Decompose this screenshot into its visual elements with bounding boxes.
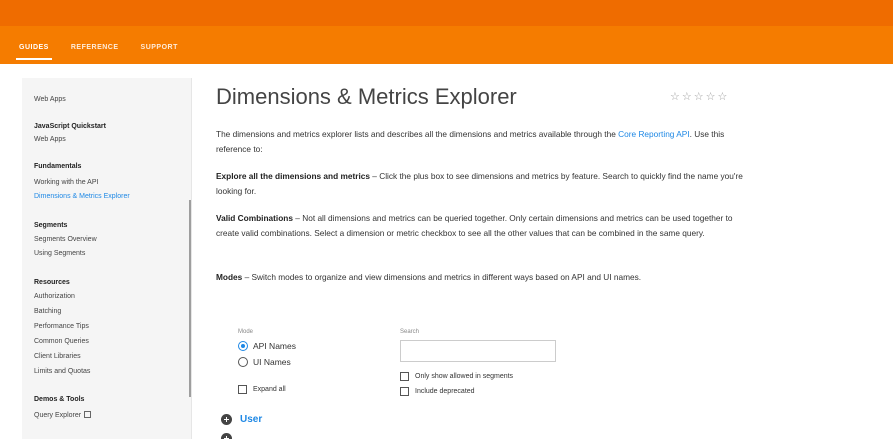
group-next-partial[interactable] bbox=[221, 433, 240, 439]
tab-guides[interactable]: GUIDES bbox=[8, 30, 60, 64]
star-icon[interactable]: ☆ bbox=[694, 92, 704, 103]
sidebar-heading-segments: Segments bbox=[34, 222, 68, 229]
modes-paragraph: Modes – Switch modes to organize and vie… bbox=[216, 270, 746, 285]
checkbox-icon bbox=[400, 387, 409, 396]
sidebar-item-dimensions-explorer[interactable]: Dimensions & Metrics Explorer bbox=[34, 193, 130, 200]
valid-combinations-heading: Valid Combinations bbox=[216, 213, 293, 223]
radio-checked-icon bbox=[238, 341, 248, 351]
checkbox-label: Expand all bbox=[253, 386, 286, 393]
sidebar-heading-resources: Resources bbox=[34, 279, 70, 286]
modes-heading: Modes bbox=[216, 272, 243, 282]
search-input[interactable] bbox=[400, 340, 556, 362]
external-link-icon bbox=[84, 411, 92, 418]
header-top-bar bbox=[0, 0, 893, 26]
sidebar-heading-fundamentals: Fundamentals bbox=[34, 163, 82, 170]
intro-paragraph: The dimensions and metrics explorer list… bbox=[216, 127, 746, 157]
sidebar-item-using-segments[interactable]: Using Segments bbox=[34, 250, 85, 257]
star-icon[interactable]: ☆ bbox=[670, 92, 680, 103]
page-title: Dimensions & Metrics Explorer bbox=[216, 84, 517, 109]
checkbox-label: Only show allowed in segments bbox=[415, 373, 514, 380]
star-icon[interactable]: ☆ bbox=[718, 92, 728, 103]
group-label: User bbox=[240, 414, 263, 425]
star-icon[interactable]: ☆ bbox=[706, 92, 716, 103]
group-user[interactable]: User bbox=[221, 414, 262, 425]
sidebar-item-web-apps[interactable]: Web Apps bbox=[34, 96, 66, 103]
rating-stars: ☆ ☆ ☆ ☆ ☆ bbox=[670, 92, 727, 103]
expand-plus-icon bbox=[221, 433, 232, 439]
explore-heading: Explore all the dimensions and metrics bbox=[216, 171, 370, 181]
nav-tabs: GUIDES REFERENCE SUPPORT bbox=[0, 30, 189, 64]
core-reporting-api-link[interactable]: Core Reporting API bbox=[618, 129, 689, 139]
sidebar-item-common-queries[interactable]: Common Queries bbox=[34, 338, 89, 345]
intro-text: The dimensions and metrics explorer list… bbox=[216, 129, 616, 139]
tab-reference[interactable]: REFERENCE bbox=[60, 30, 130, 64]
sidebar-item-working-with-api[interactable]: Working with the API bbox=[34, 179, 98, 186]
sidebar-item-performance-tips[interactable]: Performance Tips bbox=[34, 323, 89, 330]
tab-support[interactable]: SUPPORT bbox=[130, 30, 189, 64]
sidebar-item-query-explorer[interactable]: Query Explorer bbox=[34, 411, 92, 419]
radio-ui-names[interactable]: UI Names bbox=[238, 357, 291, 367]
radio-label: UI Names bbox=[253, 357, 291, 367]
sidebar-item-limits-quotas[interactable]: Limits and Quotas bbox=[34, 368, 90, 375]
include-deprecated-checkbox[interactable]: Include deprecated bbox=[400, 387, 475, 396]
valid-combinations-text: – Not all dimensions and metrics can be … bbox=[216, 213, 733, 238]
radio-api-names[interactable]: API Names bbox=[238, 341, 296, 351]
sidebar-item-js-web-apps[interactable]: Web Apps bbox=[34, 136, 66, 143]
checkbox-icon bbox=[238, 385, 247, 394]
explore-paragraph: Explore all the dimensions and metrics –… bbox=[216, 169, 746, 199]
sidebar-heading-demos-tools: Demos & Tools bbox=[34, 396, 85, 403]
expand-plus-icon bbox=[221, 414, 232, 425]
sidebar: Web Apps JavaScript Quickstart Web Apps … bbox=[22, 78, 192, 439]
sidebar-item-client-libraries[interactable]: Client Libraries bbox=[34, 353, 81, 360]
sidebar-item-batching[interactable]: Batching bbox=[34, 308, 61, 315]
star-icon[interactable]: ☆ bbox=[682, 92, 692, 103]
search-label: Search bbox=[400, 329, 420, 335]
modes-text: – Switch modes to organize and view dime… bbox=[242, 272, 642, 282]
sidebar-item-label: Query Explorer bbox=[34, 412, 82, 419]
sidebar-item-segments-overview[interactable]: Segments Overview bbox=[34, 236, 97, 243]
checkbox-icon bbox=[400, 372, 409, 381]
radio-label: API Names bbox=[253, 341, 296, 351]
checkbox-label: Include deprecated bbox=[415, 388, 475, 395]
mode-label: Mode bbox=[238, 329, 254, 335]
only-allowed-segments-checkbox[interactable]: Only show allowed in segments bbox=[400, 372, 513, 381]
sidebar-heading-js-quickstart: JavaScript Quickstart bbox=[34, 123, 106, 130]
sidebar-scrollbar[interactable] bbox=[189, 200, 191, 397]
radio-unchecked-icon bbox=[238, 357, 248, 367]
expand-all-checkbox[interactable]: Expand all bbox=[238, 385, 286, 394]
sidebar-item-authorization[interactable]: Authorization bbox=[34, 293, 75, 300]
valid-combinations-paragraph: Valid Combinations – Not all dimensions … bbox=[216, 211, 746, 241]
top-app-bar: GUIDES REFERENCE SUPPORT bbox=[0, 0, 893, 64]
